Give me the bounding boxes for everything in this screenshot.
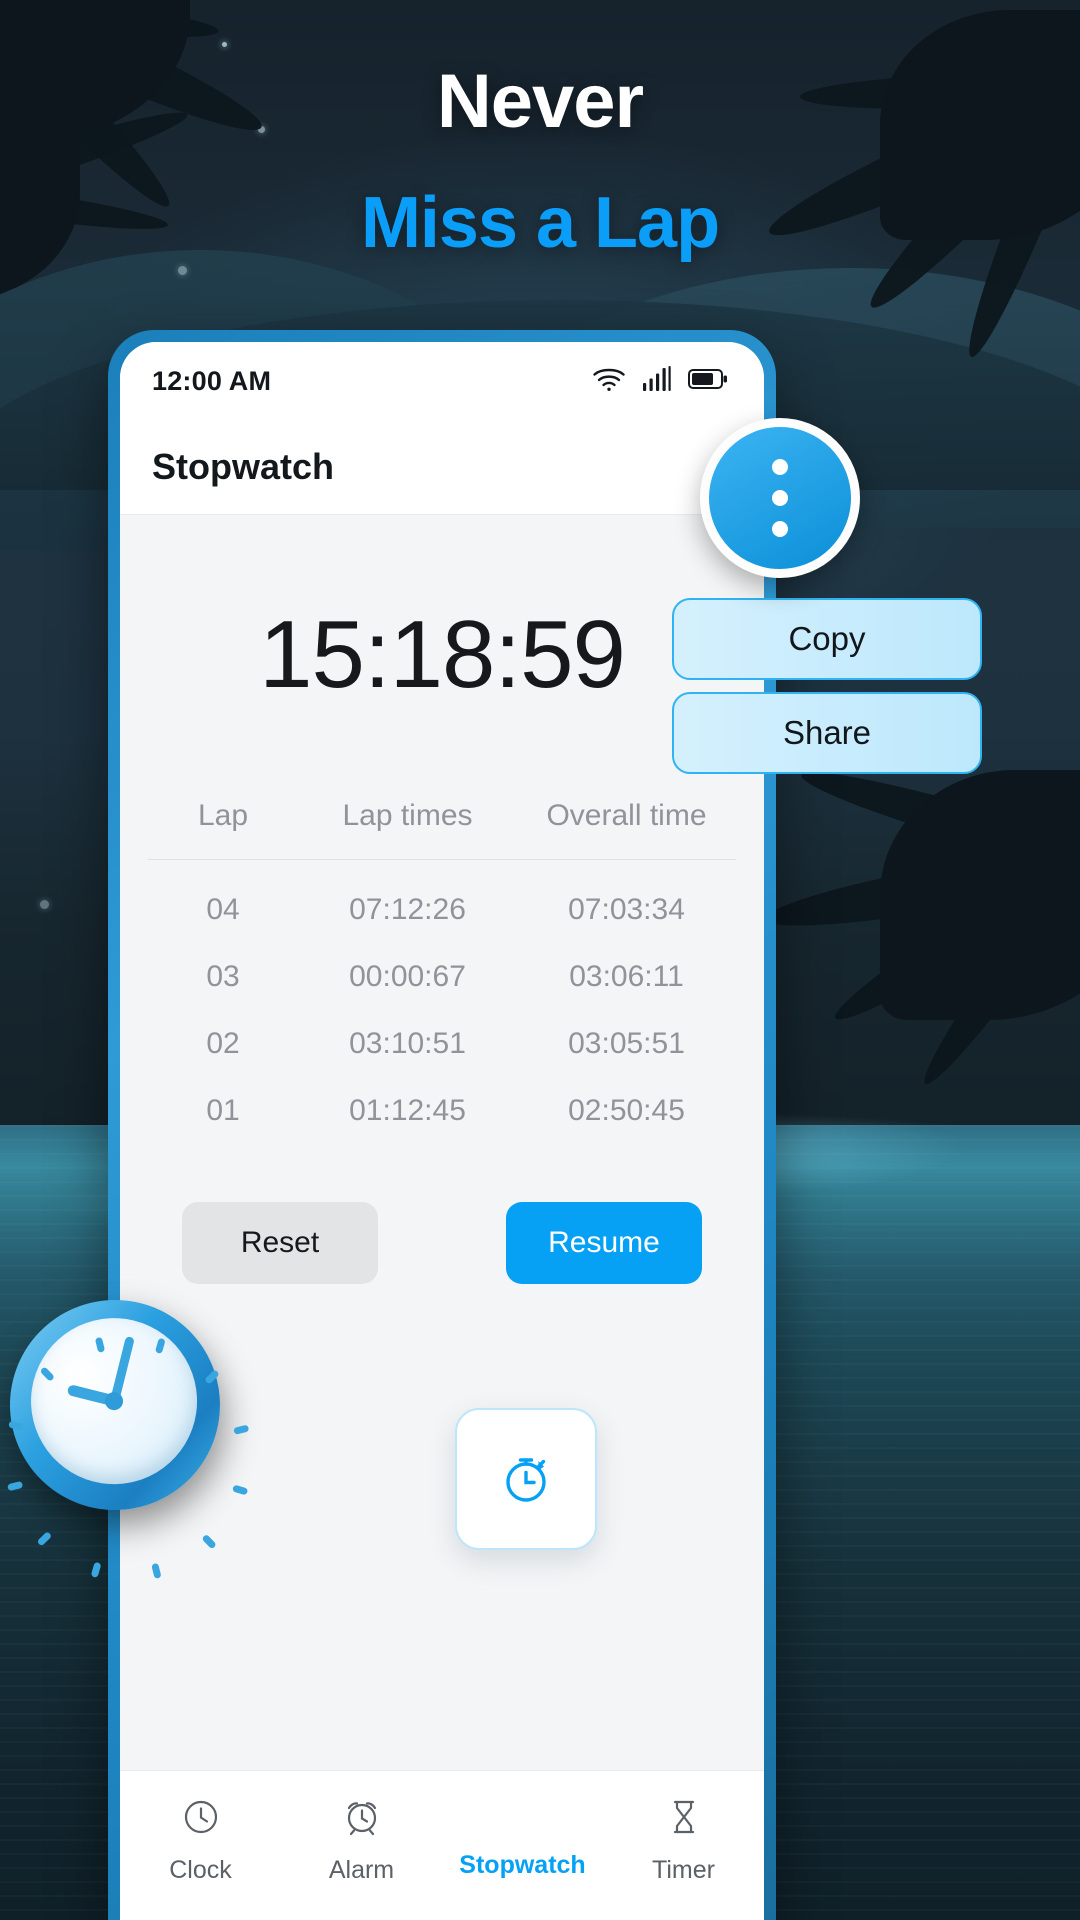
lap-table: Lap Lap times Overall time 04 07:12:26 0… bbox=[148, 799, 736, 1128]
status-bar-icons bbox=[592, 365, 728, 397]
menu-item-copy[interactable]: Copy bbox=[672, 598, 982, 680]
stopwatch-elapsed-time: 15:18:59 bbox=[259, 601, 626, 708]
nav-item-clock[interactable]: Clock bbox=[120, 1797, 281, 1885]
stopwatch-icon-spacer bbox=[503, 1797, 543, 1837]
phone-mockup: 12:00 AM Stopwatch 15:18:59 Lap Lap time… bbox=[108, 330, 776, 1920]
wifi-icon bbox=[592, 366, 626, 397]
tab-stopwatch-active-card[interactable] bbox=[455, 1408, 597, 1550]
phone-screen: 12:00 AM Stopwatch 15:18:59 Lap Lap time… bbox=[120, 342, 764, 1920]
kebab-menu-pin-cursor[interactable] bbox=[700, 418, 860, 603]
menu-item-share[interactable]: Share bbox=[672, 692, 982, 774]
nav-item-alarm[interactable]: Alarm bbox=[281, 1797, 442, 1885]
bottom-navigation: Clock Alarm Stopwatch Timer bbox=[120, 1770, 764, 1920]
hero-title-line1: Never bbox=[436, 59, 644, 144]
reset-button[interactable]: Reset bbox=[182, 1202, 378, 1284]
status-bar: 12:00 AM bbox=[120, 342, 764, 420]
table-row: 02 03:10:51 03:05:51 bbox=[148, 994, 736, 1061]
stopwatch-actions: Reset Resume bbox=[120, 1202, 764, 1284]
clock-icon bbox=[181, 1797, 221, 1842]
status-bar-time: 12:00 AM bbox=[152, 365, 272, 396]
stopwatch-content: 15:18:59 Lap Lap times Overall time 04 0… bbox=[120, 515, 764, 1770]
hero-title-line2: Miss a Lap bbox=[360, 183, 720, 263]
lap-number: 02 bbox=[206, 1027, 240, 1060]
lap-table-header: Lap Lap times Overall time bbox=[148, 799, 736, 860]
column-header-lap-times: Lap times bbox=[342, 799, 473, 832]
nav-label-alarm: Alarm bbox=[328, 1856, 395, 1884]
table-row: 01 01:12:45 02:50:45 bbox=[148, 1061, 736, 1128]
page-title: Stopwatch bbox=[152, 446, 335, 487]
overall-time: 07:03:34 bbox=[568, 893, 685, 926]
battery-icon bbox=[688, 368, 728, 395]
column-header-lap: Lap bbox=[197, 799, 249, 832]
stopwatch-icon bbox=[495, 1446, 557, 1513]
resume-button[interactable]: Resume bbox=[506, 1202, 702, 1284]
cellular-signal-icon bbox=[642, 365, 672, 397]
hourglass-icon bbox=[664, 1797, 704, 1842]
star bbox=[222, 42, 227, 47]
nav-label-stopwatch: Stopwatch bbox=[459, 1851, 586, 1879]
nav-label-clock: Clock bbox=[169, 1856, 232, 1884]
table-row: 03 00:00:67 03:06:11 bbox=[148, 927, 736, 994]
overall-time: 02:50:45 bbox=[568, 1094, 685, 1127]
table-row: 04 07:12:26 07:03:34 bbox=[148, 860, 736, 927]
overall-time: 03:06:11 bbox=[569, 960, 684, 993]
star bbox=[40, 900, 49, 909]
lap-number: 01 bbox=[206, 1094, 240, 1127]
lap-number: 04 bbox=[206, 893, 240, 926]
nav-label-timer: Timer bbox=[652, 1856, 715, 1884]
lap-time: 03:10:51 bbox=[349, 1027, 466, 1060]
app-bar: Stopwatch bbox=[120, 420, 764, 515]
star bbox=[178, 266, 187, 275]
lap-number: 03 bbox=[206, 960, 240, 993]
lap-time: 07:12:26 bbox=[349, 893, 466, 926]
alarm-clock-icon bbox=[342, 1797, 382, 1842]
lap-time: 01:12:45 bbox=[349, 1094, 466, 1127]
kebab-menu-icon bbox=[700, 418, 860, 578]
nav-item-timer[interactable]: Timer bbox=[603, 1797, 764, 1885]
column-header-overall-time: Overall time bbox=[546, 799, 707, 832]
lap-time: 00:00:67 bbox=[349, 960, 466, 993]
overall-time: 03:05:51 bbox=[568, 1027, 685, 1060]
nav-item-stopwatch[interactable]: Stopwatch bbox=[442, 1797, 603, 1880]
